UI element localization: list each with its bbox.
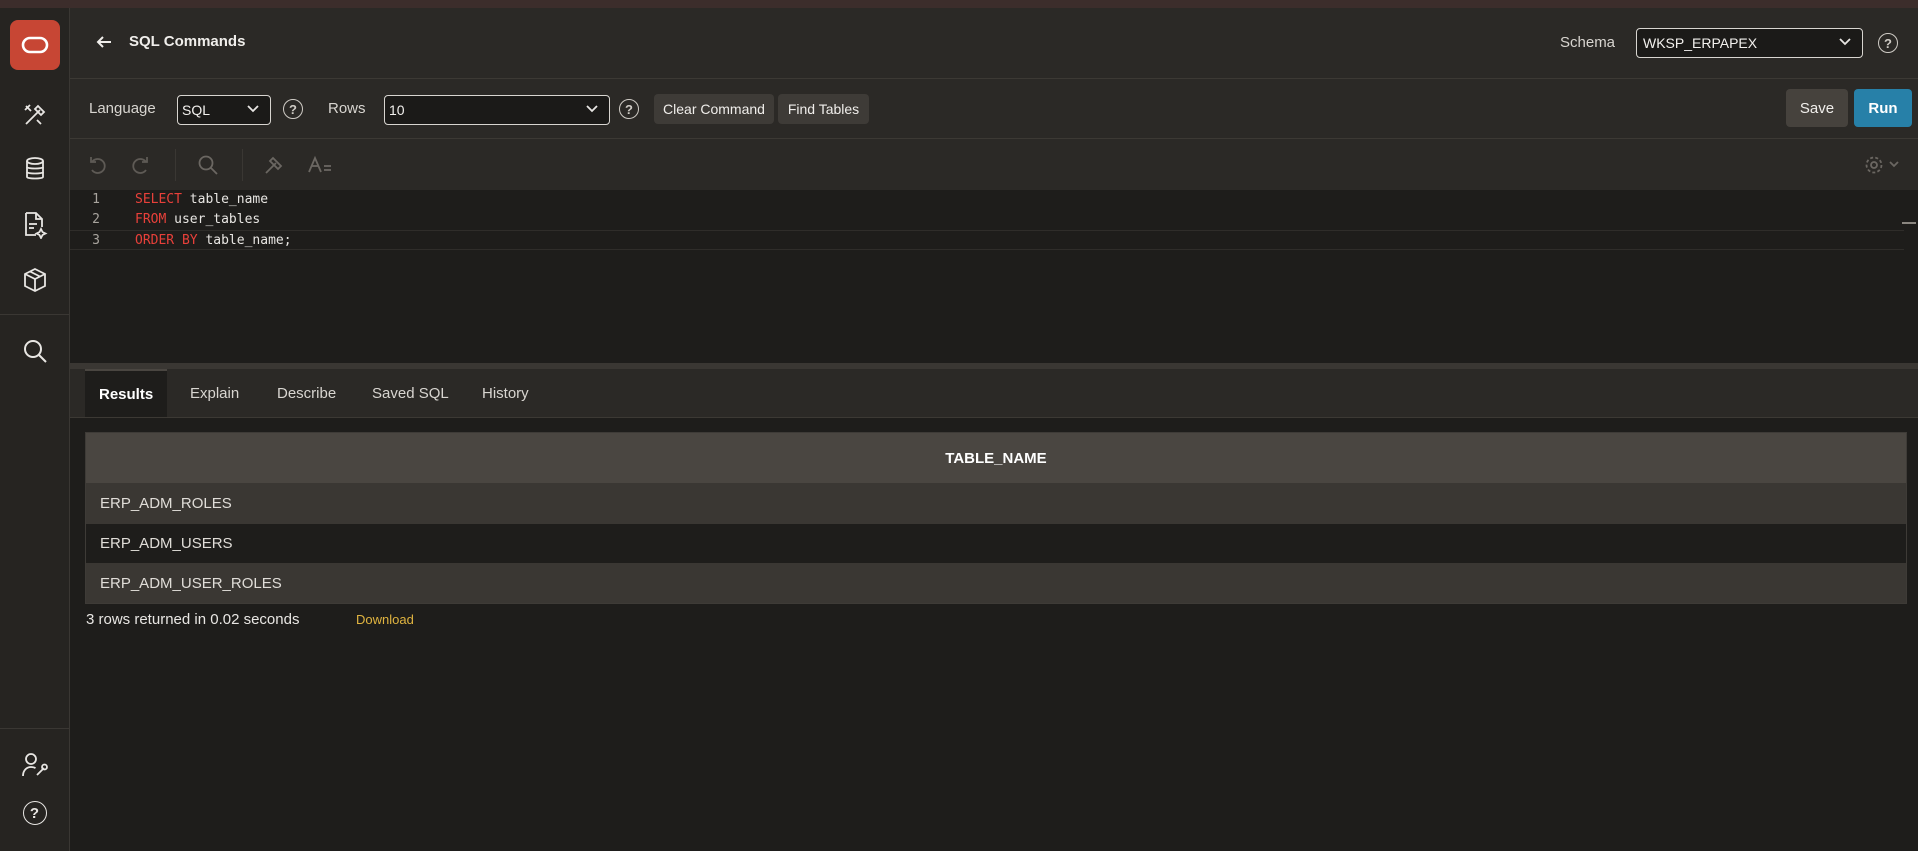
code-line: 2 FROM user_tables [70,210,1904,230]
undo-icon[interactable] [86,153,110,177]
search-icon[interactable] [0,328,69,374]
chevron-down-icon [247,105,259,113]
left-navigation: ? [0,8,70,851]
package-icon[interactable] [0,257,69,303]
toolbar-divider [242,149,243,181]
chevron-down-icon [586,105,598,113]
document-sparkle-icon[interactable] [0,202,69,248]
schema-value: WKSP_ERPAPEX [1643,35,1758,51]
language-label: Language [89,100,156,117]
language-select[interactable]: SQL [177,95,271,125]
page-title: SQL Commands [129,33,246,50]
line-number: 2 [92,212,100,227]
run-button[interactable]: Run [1854,89,1912,127]
results-table: TABLE_NAME ERP_ADM_ROLES ERP_ADM_USERS E… [85,432,1907,604]
page-header: SQL Commands Schema WKSP_ERPAPEX ? [70,8,1918,79]
help-icon[interactable]: ? [0,790,69,836]
tab-history[interactable]: History [482,369,529,417]
hammer-icon[interactable] [262,153,286,177]
rows-value: 10 [389,102,405,118]
sql-keyword: FROM [135,212,167,227]
download-link[interactable]: Download [356,612,414,627]
nav-divider-bottom [0,728,69,729]
app-builder-icon[interactable] [0,92,69,138]
line-number: 1 [92,192,100,207]
code-text: SELECT table_name [135,192,268,207]
code-text: FROM user_tables [135,212,260,227]
oracle-logo-icon[interactable] [10,20,60,70]
sql-keyword: ORDER BY [135,233,198,248]
line-number: 3 [92,233,100,248]
format-text-icon[interactable] [306,153,334,177]
rows-returned-status: 3 rows returned in 0.02 seconds [86,611,300,628]
toolbar-divider [175,149,176,181]
find-icon[interactable] [196,153,220,177]
sql-text: table_name; [197,233,292,248]
find-tables-button[interactable]: Find Tables [778,94,869,124]
language-help-icon[interactable]: ? [283,99,303,119]
user-settings-icon[interactable] [0,742,69,788]
clear-command-button[interactable]: Clear Command [654,94,774,124]
schema-select[interactable]: WKSP_ERPAPEX [1636,28,1863,58]
language-value: SQL [182,102,211,118]
sql-text: table_name [181,192,269,207]
table-row: ERP_ADM_USERS [86,523,1906,563]
table-row: ERP_ADM_ROLES [86,483,1906,523]
sql-keyword: SELECT [135,192,182,207]
sql-code-editor[interactable]: 1 SELECT table_name 2 FROM user_tables 3… [70,190,1918,363]
editor-toolbar [70,139,1918,191]
save-button[interactable]: Save [1786,89,1848,127]
nav-divider [0,314,69,315]
schema-help-icon[interactable]: ? [1878,33,1898,53]
results-tab-bar: Results Explain Describe Saved SQL Histo… [70,369,1918,418]
settings-gear-icon[interactable] [1862,153,1902,177]
column-header-table-name[interactable]: TABLE_NAME [86,433,1906,483]
sql-text: user_tables [166,212,261,227]
table-row: ERP_ADM_USER_ROLES [86,563,1906,603]
code-line: 1 SELECT table_name [70,190,1904,210]
rows-select[interactable]: 10 [384,95,610,125]
redo-icon[interactable] [128,153,152,177]
results-panel: TABLE_NAME ERP_ADM_ROLES ERP_ADM_USERS E… [70,418,1918,851]
database-icon[interactable] [0,146,69,192]
rows-help-icon[interactable]: ? [619,99,639,119]
code-line-active: 3 ORDER BY table_name; [70,230,1904,250]
help-glyph: ? [22,801,47,825]
tab-saved-sql[interactable]: Saved SQL [372,369,449,417]
tab-results[interactable]: Results [85,369,168,417]
schema-label: Schema [1560,34,1616,51]
rows-label: Rows [328,100,366,117]
code-text: ORDER BY table_name; [135,233,292,248]
chevron-down-icon [1839,38,1851,46]
command-toolbar: Language SQL ? Rows 10 ? Clear Command F… [70,79,1918,139]
scrollbar-marker[interactable] [1902,222,1916,224]
tab-describe[interactable]: Describe [277,369,336,417]
tab-explain[interactable]: Explain [190,369,239,417]
back-arrow-icon[interactable] [92,32,116,52]
